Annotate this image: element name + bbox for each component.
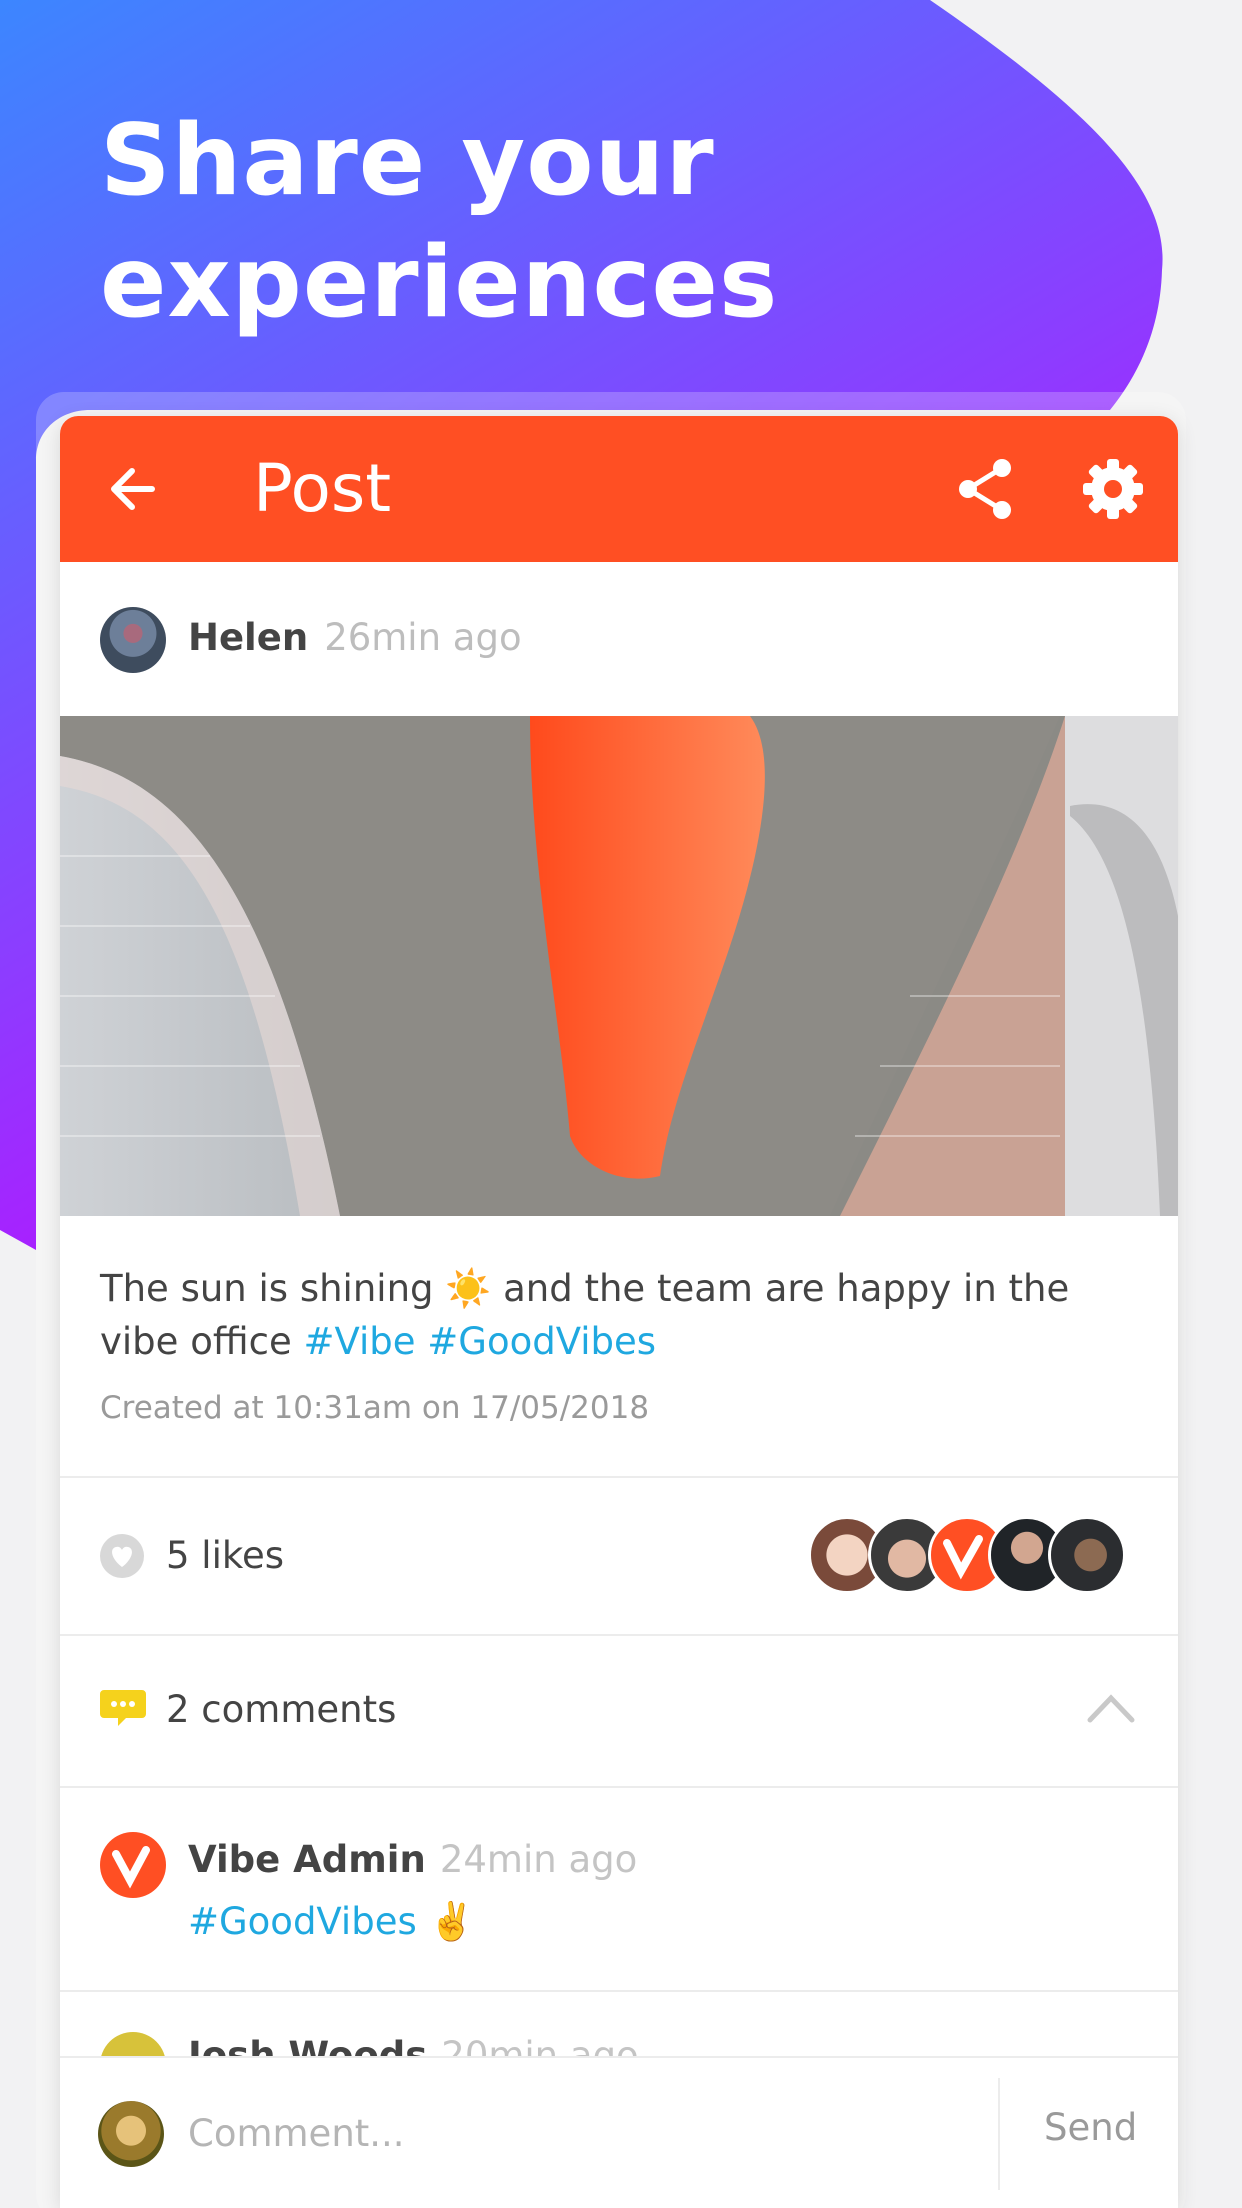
- comment-item: Josh Woods 20min ago: [60, 1992, 1178, 2072]
- heart-icon[interactable]: [100, 1534, 144, 1578]
- comments-count: 2 comments: [166, 1688, 397, 1731]
- post-caption: The sun is shining ☀️ and the team are h…: [60, 1216, 1178, 1368]
- hashtag-goodvibes[interactable]: #GoodVibes: [427, 1320, 656, 1363]
- comment-author-name[interactable]: Vibe Admin: [188, 1838, 426, 1881]
- avatar: [98, 2101, 164, 2167]
- comments-header[interactable]: 2 comments: [60, 1636, 1178, 1786]
- author-name[interactable]: Helen: [188, 616, 308, 659]
- liker-avatar[interactable]: [1048, 1516, 1126, 1594]
- avatar[interactable]: [100, 607, 166, 673]
- post-card: Post Helen 26min ago The sun is shining …: [60, 416, 1178, 2208]
- gear-icon[interactable]: [1078, 454, 1148, 524]
- comment-bubble-icon: [100, 1690, 146, 1726]
- post-photo[interactable]: [60, 716, 1178, 1216]
- send-button[interactable]: Send: [1044, 2106, 1137, 2149]
- likes-row[interactable]: 5 likes: [60, 1478, 1178, 1634]
- comment-time: 24min ago: [439, 1838, 638, 1881]
- divider: [998, 2078, 1000, 2190]
- chevron-up-icon[interactable]: [1086, 1688, 1136, 1728]
- arrow-left-icon[interactable]: [100, 456, 166, 522]
- app-bar: Post: [60, 416, 1178, 562]
- post-author[interactable]: Helen 26min ago: [188, 616, 522, 659]
- comment-author[interactable]: Vibe Admin 24min ago: [188, 1838, 637, 1881]
- comment-composer: Send: [60, 2056, 1178, 2208]
- page-title: Post: [253, 450, 392, 527]
- avatar[interactable]: [100, 1832, 166, 1898]
- post-header: Helen 26min ago: [60, 562, 1178, 716]
- hero-title: Share your experiences: [100, 100, 778, 344]
- share-icon[interactable]: [950, 454, 1020, 524]
- comment-input[interactable]: [188, 2100, 988, 2166]
- post-created-date: Created at 10:31am on 17/05/2018: [100, 1390, 650, 1426]
- comment-text[interactable]: #GoodVibes ✌️: [188, 1900, 475, 1944]
- hero-title-line2: experiences: [100, 226, 779, 340]
- vibe-logo-icon: [112, 1846, 150, 1889]
- hashtag-vibe[interactable]: #Vibe: [303, 1320, 415, 1363]
- hero-title-line1: Share your: [100, 104, 715, 218]
- post-time: 26min ago: [324, 616, 522, 659]
- comment-item: Vibe Admin 24min ago #GoodVibes ✌️: [60, 1788, 1178, 1990]
- likes-count[interactable]: 5 likes: [166, 1534, 284, 1577]
